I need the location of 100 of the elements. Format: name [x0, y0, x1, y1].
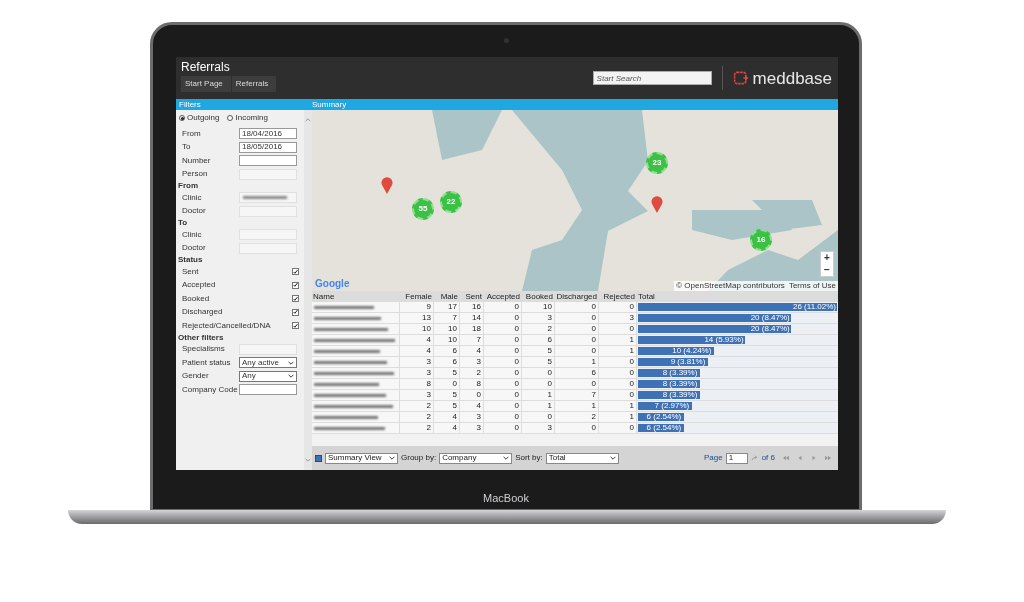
dropdown[interactable]: Company: [439, 452, 513, 464]
table-cell: 0: [522, 368, 555, 378]
dropdown[interactable]: Total: [545, 452, 619, 464]
field-label: Company Code: [182, 384, 239, 395]
checkbox[interactable]: [292, 281, 299, 289]
table-cell: 5: [434, 401, 460, 411]
caret-icon: [288, 360, 294, 365]
table-cell: 4: [434, 423, 460, 433]
chevron-up-icon[interactable]: [305, 118, 311, 122]
field-label: Discharged: [182, 307, 224, 318]
input-field[interactable]: 18/05/2016: [239, 141, 297, 153]
map-pin-icon[interactable]: [381, 176, 393, 194]
table-cell: 0: [555, 324, 599, 334]
field-label: Clinic: [182, 192, 203, 203]
panel-title: Filters: [178, 100, 202, 109]
field-label: Doctor: [182, 243, 207, 254]
first-page-icon[interactable]: [782, 455, 790, 461]
table-cell: 0: [484, 324, 522, 334]
table-cell: 7: [434, 313, 460, 323]
map-attribution: © OpenStreetMap contributors: [676, 281, 785, 291]
table-cell: 8: [400, 379, 434, 389]
table-cell: 10: [522, 302, 555, 312]
table-cell: 3: [400, 368, 434, 378]
bar-label: 7 (2.97%): [654, 401, 691, 410]
field-label: Sent: [182, 266, 200, 277]
table-cell: 0: [460, 390, 484, 400]
breadcrumb-link[interactable]: Referrals: [231, 76, 277, 92]
input-field[interactable]: [239, 155, 297, 167]
table-cell: 4: [400, 335, 434, 345]
table-cell: 1: [555, 357, 599, 367]
table-cell: 2: [400, 412, 434, 422]
last-page-icon[interactable]: [824, 455, 832, 461]
checkbox[interactable]: [292, 322, 299, 330]
column-header[interactable]: Booked: [522, 291, 555, 302]
zoom-out-button[interactable]: −: [821, 264, 833, 276]
table-cell: 0: [522, 379, 555, 389]
checkbox[interactable]: [292, 308, 299, 316]
column-header[interactable]: Name: [312, 291, 400, 302]
column-header[interactable]: Male: [434, 291, 460, 302]
caret-icon: [389, 456, 395, 460]
chart-icon[interactable]: [315, 454, 322, 462]
table-cell: 3: [460, 412, 484, 422]
table-cell: 17: [434, 302, 460, 312]
table-cell: 0: [555, 423, 599, 433]
map-logo: Google: [315, 278, 350, 290]
table-cell: 0: [484, 401, 522, 411]
table-cell: 2: [555, 412, 599, 422]
next-page-icon[interactable]: [810, 455, 818, 461]
breadcrumb-link[interactable]: Start Page: [181, 76, 231, 92]
field-label: To: [182, 142, 192, 153]
search-field[interactable]: Start Search: [592, 71, 712, 85]
caret-icon: [288, 374, 294, 379]
section-heading: Other filters: [177, 332, 225, 343]
table-cell: 4: [400, 346, 434, 356]
field-label: Patient status: [182, 357, 232, 368]
bar-label: 8 (3.39%): [662, 379, 699, 388]
column-header[interactable]: Sent: [460, 291, 484, 302]
terms-link[interactable]: Terms of Use: [788, 281, 836, 291]
dropdown[interactable]: Summary View: [325, 452, 398, 464]
table-cell: 1: [522, 401, 555, 411]
scrollbar[interactable]: [304, 110, 312, 470]
map-pin-icon[interactable]: [651, 195, 663, 213]
previous-page-icon[interactable]: [796, 455, 804, 461]
page-field[interactable]: 1: [725, 452, 748, 464]
zoom-in-button[interactable]: +: [821, 252, 833, 264]
table-cell: 5: [434, 368, 460, 378]
column-header[interactable]: Discharged: [555, 291, 599, 302]
table-cell: 0: [484, 302, 522, 312]
field-label: Clinic: [182, 229, 203, 240]
radio-option[interactable]: Outgoing: [179, 113, 220, 123]
dropdown[interactable]: Any: [239, 370, 297, 382]
dropdown[interactable]: Any active: [239, 357, 297, 369]
bar-label: 10 (4.24%): [672, 346, 713, 355]
panel-title: Summary: [312, 100, 347, 109]
bar-label: 6 (2.54%): [646, 423, 683, 432]
table-cell: 3: [400, 390, 434, 400]
chevron-down-icon[interactable]: [305, 458, 311, 462]
checkbox[interactable]: [292, 295, 299, 303]
column-header[interactable]: Rejected: [599, 291, 637, 302]
bar-label: 8 (3.39%): [662, 368, 699, 377]
bar-label: 9 (3.81%): [670, 357, 707, 366]
input-field[interactable]: 18/04/2016: [239, 128, 297, 140]
table-cell: 0: [484, 379, 522, 389]
column-header[interactable]: Total: [637, 291, 838, 302]
go-arrow-icon[interactable]: [750, 455, 759, 461]
bar-label: 14 (5.93%): [704, 335, 745, 344]
radio-option[interactable]: Incoming: [227, 113, 268, 123]
table-cell: 3: [522, 313, 555, 323]
table-cell: 0: [484, 335, 522, 345]
bar-label: 20 (8.47%): [750, 324, 791, 333]
table-cell: 6: [434, 357, 460, 367]
table-cell: 0: [484, 368, 522, 378]
blurred-text: [314, 316, 381, 320]
checkbox[interactable]: [292, 268, 299, 276]
column-header[interactable]: Accepted: [484, 291, 522, 302]
input-field[interactable]: [239, 384, 297, 396]
logo-icon: [732, 70, 749, 86]
blurred-text: [314, 305, 374, 309]
column-header[interactable]: Female: [400, 291, 434, 302]
table-cell: 10: [434, 324, 460, 334]
